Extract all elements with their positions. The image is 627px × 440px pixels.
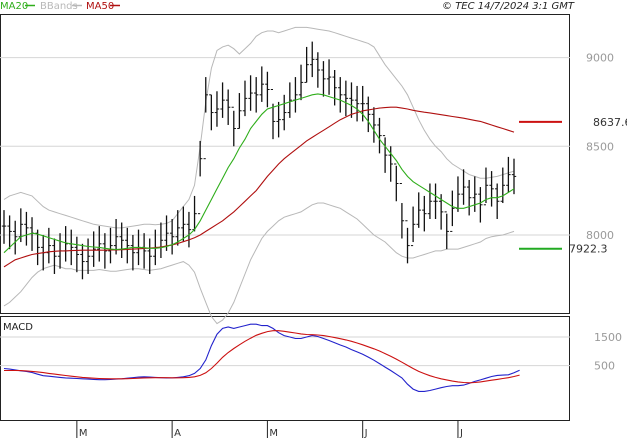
stock-chart: 800085009000 5001500 8637.67922.3 MAMJJ … <box>0 1 627 439</box>
month-axis: MAMJJ <box>76 420 463 439</box>
month-label: A <box>174 428 181 439</box>
price-tick-label: 9000 <box>586 52 614 65</box>
legend-ma20: MA20 <box>0 1 28 12</box>
price-panel-frame <box>0 14 570 314</box>
month-label: J <box>459 428 463 439</box>
month-label: J <box>364 428 368 439</box>
price-marker-label: 8637.6 <box>593 116 627 129</box>
month-label: M <box>79 428 88 439</box>
copyright-text: © TEC 14/7/2024 3:1 GMT <box>442 1 575 12</box>
price-marker-label: 7922.3 <box>569 243 608 256</box>
month-label: M <box>269 428 278 439</box>
macd-panel-frame <box>0 316 570 421</box>
legend-ma50: MA50 <box>86 1 114 12</box>
macd-tick-label: 1500 <box>594 331 622 344</box>
macd-title: MACD <box>3 322 33 333</box>
price-tick-label: 8000 <box>586 229 614 242</box>
legend-bbands: BBands <box>40 1 78 12</box>
price-tick-label: 8500 <box>586 140 614 153</box>
macd-tick-label: 500 <box>594 360 615 373</box>
